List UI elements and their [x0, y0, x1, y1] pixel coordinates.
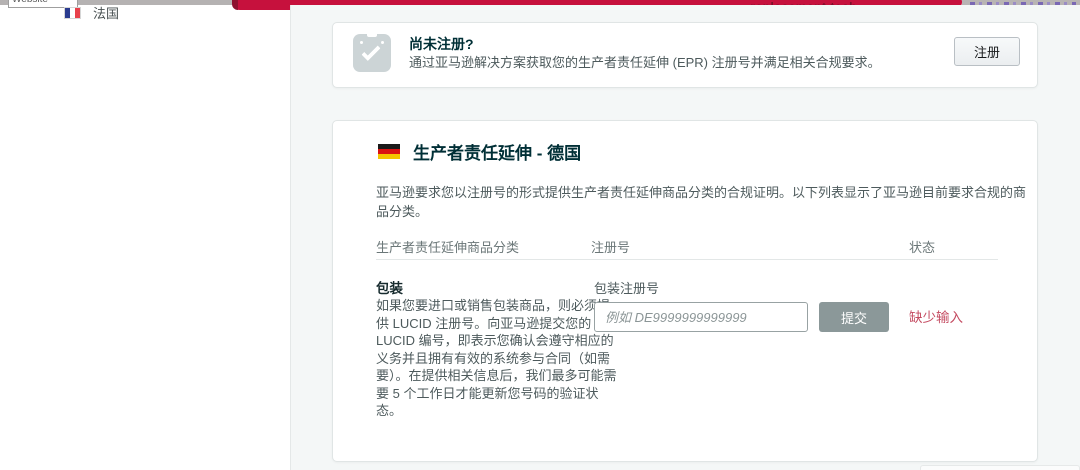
marketplace-label: 法国 [93, 3, 119, 22]
epr-card-description: 亚马逊要求您以注册号的形式提供生产者责任延伸商品分类的合规证明。以下列表显示了亚… [376, 182, 1026, 220]
category-name: 包装 [376, 277, 403, 297]
status-missing-input: 缺少输入 [909, 306, 963, 326]
table-header-registration-number: 注册号 [591, 237, 630, 256]
registration-number-field-label: 包装注册号 [594, 278, 659, 297]
category-description: 如果您要进口或销售包装商品，则必须提供 LUCID 注册号。向亚马逊提交您的 L… [376, 297, 619, 420]
epr-card-title: 生产者责任延伸 - 德国 [413, 139, 581, 164]
register-banner-card: 尚未注册? 通过亚马逊解决方案获取您的生产者责任延伸 (EPR) 注册号并满足相… [332, 22, 1038, 88]
register-button[interactable]: 注册 [954, 37, 1020, 66]
marketplace-selector[interactable]: 法国 [64, 3, 119, 22]
france-flag-icon [64, 7, 81, 19]
table-header-category: 生产者责任延伸商品分类 [376, 237, 519, 256]
register-banner-description: 通过亚马逊解决方案获取您的生产者责任延伸 (EPR) 注册号并满足相关合规要求。 [409, 52, 881, 71]
register-banner-title: 尚未注册? [409, 34, 474, 54]
registration-number-input[interactable] [594, 302, 808, 332]
submit-button[interactable]: 提交 [819, 302, 889, 332]
epr-germany-card: 生产者责任延伸 - 德国 亚马逊要求您以注册号的形式提供生产者责任延伸商品分类的… [332, 120, 1038, 462]
notification-bar-cap [232, 0, 238, 10]
clipboard-check-icon [353, 34, 391, 72]
table-header-rule [376, 259, 998, 260]
page: Website replacement tech 法国 尚未注册? 通过亚马逊解… [0, 0, 1080, 470]
partial-element-below-fold [920, 465, 1080, 470]
germany-flag-icon [378, 144, 400, 159]
table-header-status: 状态 [909, 237, 935, 256]
